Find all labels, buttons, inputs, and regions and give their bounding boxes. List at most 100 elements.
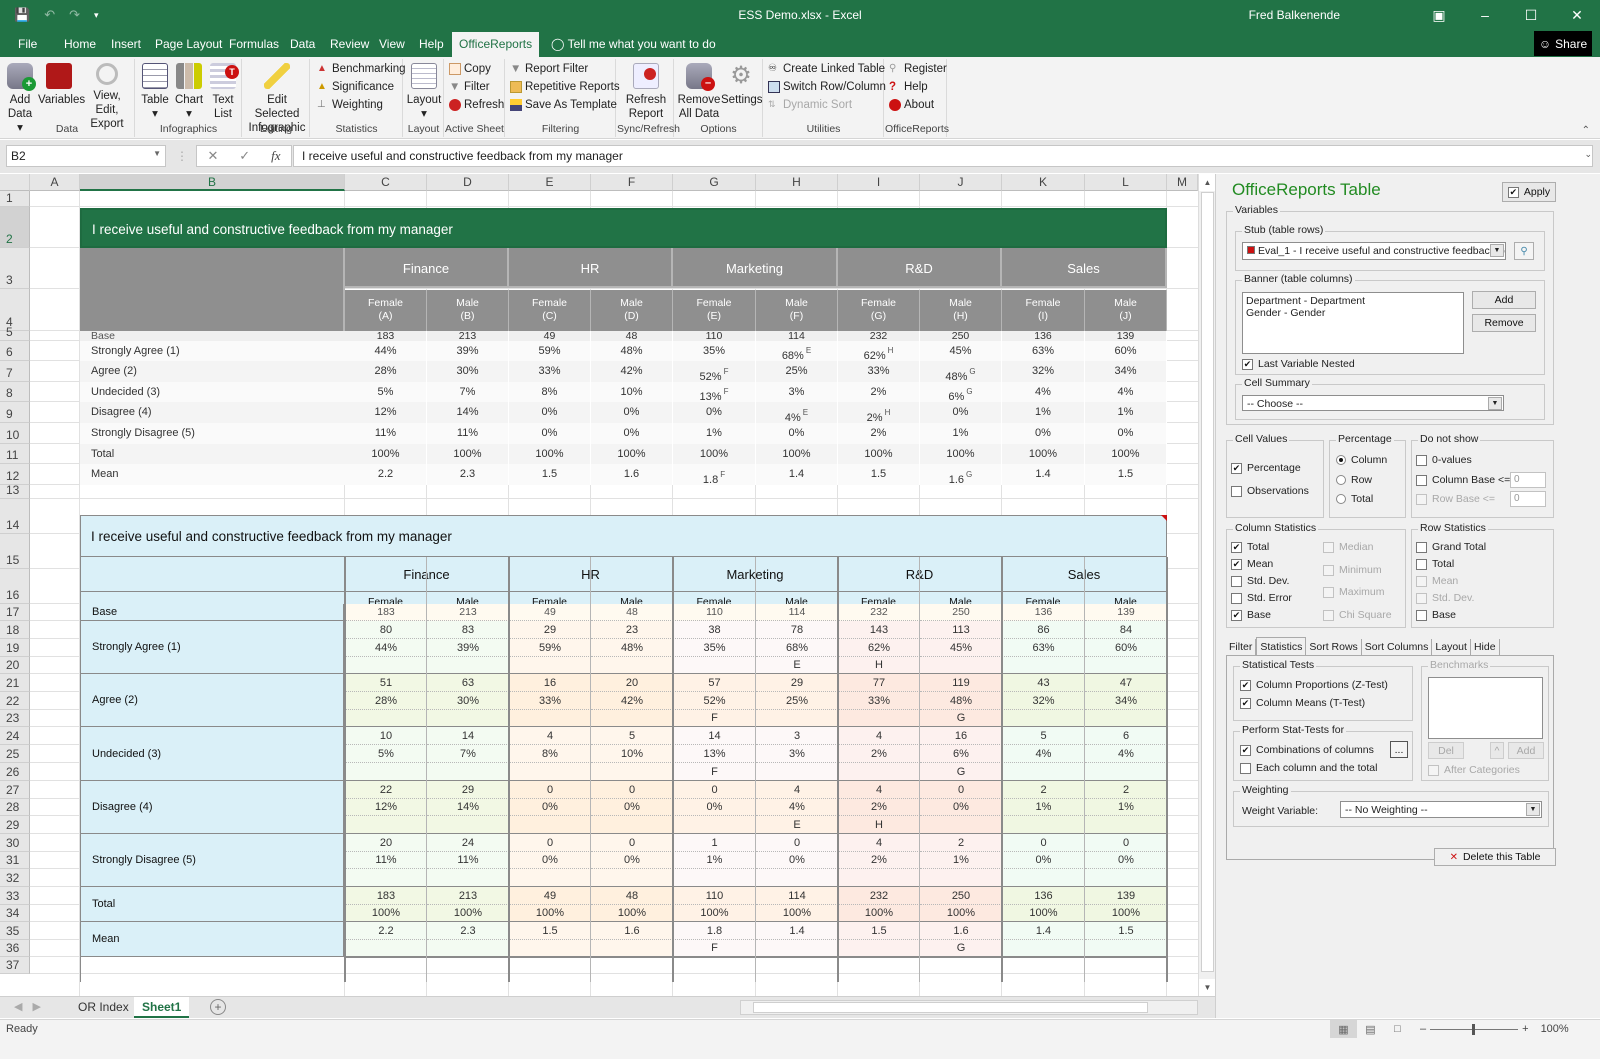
row-header[interactable]: 24 [0,727,30,745]
row-header[interactable]: 8 [0,382,30,402]
banner-item[interactable]: Gender - Gender [1246,307,1460,319]
banner-item[interactable]: Department - Department [1246,295,1460,307]
combinations-checkbox[interactable]: ✔ Combinations of columns [1240,744,1374,756]
page-break-view-icon[interactable]: □ [1384,1020,1411,1038]
last-variable-nested-checkbox[interactable]: ✔ Last Variable Nested [1242,358,1355,370]
scroll-up-icon[interactable]: ▲ [1199,174,1216,191]
column-header[interactable]: A [30,174,80,191]
panel-tab-layout[interactable]: Layout [1432,639,1471,655]
weighting-button[interactable]: ⊥ Weighting [317,99,383,111]
collapse-ribbon-icon[interactable]: ⌃ [1582,125,1590,136]
about-button[interactable]: About [889,99,934,111]
row-header[interactable]: 17 [0,604,30,621]
cell-summary-dropdown-icon[interactable]: ▼ [1488,397,1502,410]
col-stat-chi-square-checkbox[interactable]: Chi Square [1323,609,1392,621]
tab-help[interactable]: Help [419,37,444,51]
scroll-down-icon[interactable]: ▼ [1199,979,1216,996]
row-base-spinner[interactable]: 0 [1510,491,1546,507]
checkbox-box[interactable]: ✔ [1240,697,1251,709]
zoom-slider-thumb[interactable] [1472,1023,1476,1035]
report-filter-button[interactable]: ▼ Report Filter [510,63,588,75]
create-linked-table-button[interactable]: ♾ Create Linked Table [768,63,885,75]
checkbox-box[interactable] [1428,764,1439,776]
row-header[interactable]: 23 [0,710,30,727]
refresh-report-button[interactable]: Refresh Report [621,61,671,121]
column-header[interactable]: H [756,174,838,191]
panel-tab-statistics[interactable]: Statistics [1256,637,1307,655]
checkbox-box[interactable] [1416,592,1427,604]
row-header[interactable]: 35 [0,922,30,940]
filter-button[interactable]: ▼ Filter [449,81,490,93]
tab-review[interactable]: Review [330,37,369,51]
tab-file[interactable]: File [18,37,37,51]
radio-dot[interactable] [1336,494,1346,504]
checkbox-box[interactable]: ✔ [1231,462,1242,474]
row-header[interactable]: 5 [0,325,30,341]
row-header[interactable]: 33 [0,887,30,905]
column-header[interactable]: J [920,174,1002,191]
row-header[interactable]: 3 [0,248,30,289]
column-header[interactable]: I [838,174,920,191]
checkbox-box[interactable]: ✔ [1231,609,1242,621]
zoom-out-icon[interactable]: – [1420,1023,1426,1035]
stub-search-button[interactable]: ⚲ [1514,242,1534,260]
tab-formulas[interactable]: Formulas [229,37,279,51]
column-header[interactable]: F [591,174,673,191]
column-header[interactable]: L [1085,174,1167,191]
apply-checkbox[interactable]: ✔ [1507,186,1519,198]
panel-tab-hide[interactable]: Hide [1471,639,1500,655]
checkbox-box[interactable] [1416,454,1427,466]
row-stat-base-checkbox[interactable]: Base [1416,609,1456,621]
col-stat-maximum-checkbox[interactable]: Maximum [1323,586,1385,598]
horizontal-scrollbar[interactable] [740,1000,1198,1015]
row-header[interactable]: 31 [0,852,30,869]
ribbon-display-options-icon[interactable]: ▣ [1416,0,1462,30]
row-header[interactable]: 30 [0,834,30,852]
table2-title[interactable]: I receive useful and constructive feedba… [80,515,1167,557]
checkbox-box[interactable] [1416,609,1427,621]
row-header[interactable]: 9 [0,402,30,423]
checkbox-box[interactable]: ✔ [1231,541,1242,553]
save-as-template-button[interactable]: Save As Template [510,99,617,111]
formula-input[interactable]: I receive useful and constructive feedba… [293,145,1593,167]
radio-column[interactable]: Column [1336,454,1387,466]
worksheet-grid[interactable]: A B C D E F G H I J K L M 1 2 3 4 5 6 7 8 9 10 11 12 13 14 15 16 17 18… [0,174,1198,996]
row-header[interactable]: 10 [0,423,30,444]
row-header[interactable]: 13 [0,483,30,499]
chart-button[interactable]: Chart ▾ [174,61,204,121]
row-header[interactable]: 20 [0,657,30,674]
user-name[interactable]: Fred Balkenende [1249,8,1340,22]
row-header[interactable]: 2 [0,207,30,248]
row-header[interactable]: 11 [0,444,30,464]
row-header[interactable]: 32 [0,869,30,887]
close-button[interactable]: ✕ [1554,0,1600,30]
row-header[interactable]: 26 [0,763,30,781]
column-header[interactable]: D [427,174,509,191]
significance-button[interactable]: ▲ Significance [317,81,394,93]
checkbox-box[interactable]: ✔ [1240,679,1251,691]
column-header[interactable]: G [673,174,756,191]
row-header[interactable]: 22 [0,692,30,710]
t-test-checkbox[interactable]: ✔ Column Means (T-Test) [1240,697,1365,709]
after-categories-checkbox[interactable]: After Categories [1428,764,1520,776]
row-stat-total-checkbox[interactable]: Total [1416,558,1454,570]
hscroll-thumb[interactable] [753,1002,1148,1013]
benchmarks-list[interactable] [1428,677,1543,739]
scroll-thumb[interactable] [1201,192,1214,972]
column-header[interactable]: K [1002,174,1085,191]
page-layout-view-icon[interactable]: ▤ [1357,1020,1384,1038]
table-button[interactable]: Table ▾ [140,61,170,121]
repetitive-reports-button[interactable]: Repetitive Reports [510,81,620,93]
help-button[interactable]: ? Help [889,81,928,93]
tab-home[interactable]: Home [64,37,96,51]
benchmark-up-button[interactable]: ^ [1490,742,1504,759]
row-header[interactable]: 1 [0,191,30,207]
insert-function-icon[interactable]: fx [271,148,280,164]
radio-dot[interactable] [1336,455,1346,465]
each-column-total-checkbox[interactable]: Each column and the total [1240,762,1377,774]
view-edit-export-button[interactable]: View, Edit, Export [81,61,133,131]
radio-total[interactable]: Total [1336,493,1373,505]
row-header[interactable]: 37 [0,957,30,974]
name-box[interactable]: B2 ▼ [6,145,166,167]
cancel-icon[interactable]: ✕ [207,148,218,164]
